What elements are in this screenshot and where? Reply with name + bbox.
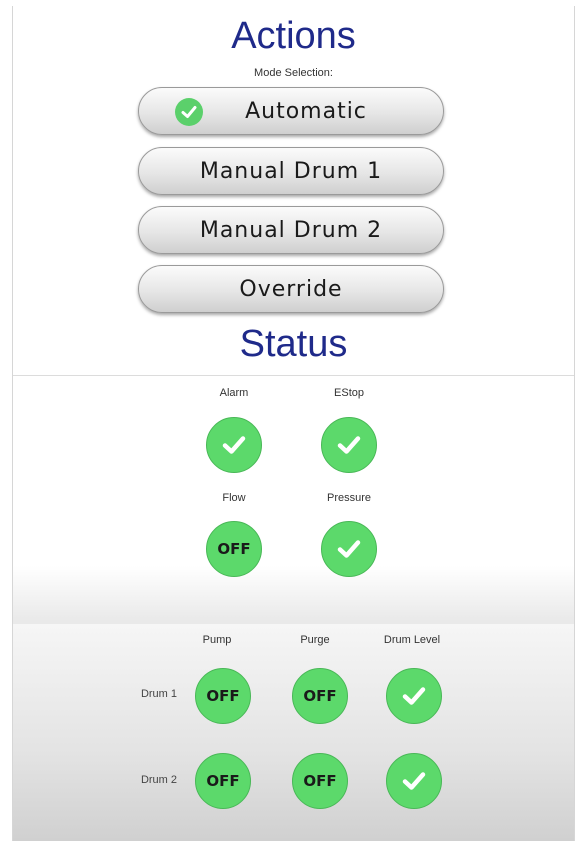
pump-column-header: Pump xyxy=(202,634,232,646)
override-button[interactable]: Override xyxy=(138,265,444,313)
automatic-mode-label: Automatic xyxy=(245,98,367,124)
purge-column-header: Purge xyxy=(300,634,330,646)
alarm-label: Alarm xyxy=(219,387,249,399)
drum-status-panel xyxy=(13,624,574,841)
drum-1-pump-state: OFF xyxy=(206,687,240,705)
hmi-panel: Actions Mode Selection: Automatic Manual… xyxy=(12,6,575,841)
status-heading: Status xyxy=(239,323,348,365)
check-icon xyxy=(402,772,426,790)
flow-state-text: OFF xyxy=(217,540,251,558)
manual-drum-2-button[interactable]: Manual Drum 2 xyxy=(138,206,444,254)
manual-drum-1-label: Manual Drum 1 xyxy=(199,158,383,184)
actions-heading: Actions xyxy=(231,15,356,57)
mode-selection-label: Mode Selection: xyxy=(254,67,333,79)
drum-2-purge-state: OFF xyxy=(303,772,337,790)
drum-1-label: Drum 1 xyxy=(140,688,177,700)
check-icon xyxy=(337,540,361,558)
pressure-label: Pressure xyxy=(326,492,372,504)
drum-2-pump-state: OFF xyxy=(206,772,240,790)
manual-drum-1-button[interactable]: Manual Drum 1 xyxy=(138,147,444,195)
pressure-indicator xyxy=(321,521,377,577)
check-icon xyxy=(337,436,361,454)
flow-indicator: OFF xyxy=(206,521,262,577)
drum-2-level-indicator xyxy=(386,753,442,809)
flow-label: Flow xyxy=(222,492,246,504)
drum-2-pump-indicator: OFF xyxy=(195,753,251,809)
section-divider xyxy=(13,375,574,376)
estop-indicator xyxy=(321,417,377,473)
drum-2-label: Drum 2 xyxy=(140,774,177,786)
drum-2-purge-indicator: OFF xyxy=(292,753,348,809)
estop-label: EStop xyxy=(334,387,364,399)
drum-1-level-indicator xyxy=(386,668,442,724)
drum-1-purge-indicator: OFF xyxy=(292,668,348,724)
drum-level-column-header: Drum Level xyxy=(383,634,441,646)
manual-drum-2-label: Manual Drum 2 xyxy=(199,217,383,243)
automatic-mode-button[interactable]: Automatic xyxy=(138,87,444,135)
drum-1-purge-state: OFF xyxy=(303,687,337,705)
check-icon xyxy=(222,436,246,454)
drum-1-pump-indicator: OFF xyxy=(195,668,251,724)
check-icon xyxy=(402,687,426,705)
check-icon xyxy=(175,98,203,126)
override-label: Override xyxy=(239,276,343,302)
alarm-indicator xyxy=(206,417,262,473)
